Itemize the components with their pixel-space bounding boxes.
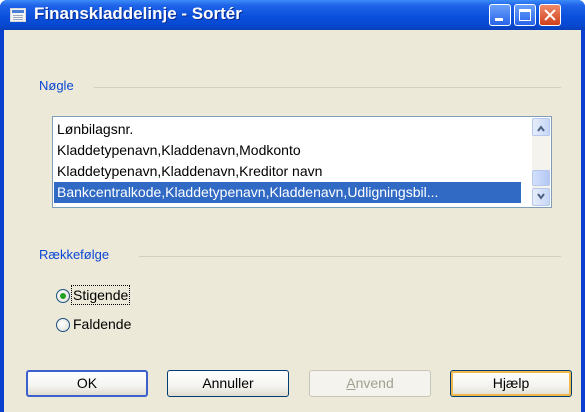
key-group-divider xyxy=(94,87,561,88)
sort-dialog-window: Finanskladdelinje - Sortér Nøgle Lønbila… xyxy=(0,0,585,412)
vertical-scrollbar[interactable] xyxy=(532,118,550,206)
window-title: Finanskladdelinje - Sortér xyxy=(34,4,242,23)
form-icon xyxy=(10,8,26,22)
scroll-up-button[interactable] xyxy=(532,118,550,136)
radio-descending[interactable]: Faldende xyxy=(56,316,176,336)
radio-button-checked[interactable] xyxy=(56,289,70,303)
dialog-body: Nøgle Lønbilagsnr. Kladdetypenavn,Kladde… xyxy=(4,30,581,412)
chevron-up-icon xyxy=(537,125,545,132)
radio-ascending[interactable]: Stigende xyxy=(56,285,176,307)
apply-label-rest: nvend xyxy=(355,375,394,391)
order-group-label: Rækkefølge xyxy=(39,247,116,262)
list-item[interactable]: Kladdetypenavn,Kladdenavn,Kreditor navn xyxy=(54,161,521,182)
radio-descending-label[interactable]: Faldende xyxy=(73,316,131,332)
order-group-divider xyxy=(139,256,561,257)
maximize-button[interactable] xyxy=(514,4,536,26)
help-button[interactable]: Hjælp xyxy=(450,370,572,397)
minimize-button[interactable] xyxy=(489,4,511,26)
ok-button[interactable]: OK xyxy=(26,370,148,397)
list-item[interactable]: Kladdetypenavn,Kladdenavn,Modkonto xyxy=(54,140,521,161)
scroll-thumb[interactable] xyxy=(532,170,550,186)
sort-key-listbox[interactable]: Lønbilagsnr. Kladdetypenavn,Kladdenavn,M… xyxy=(52,116,552,208)
list-item[interactable]: Lønbilagsnr. xyxy=(54,119,521,140)
apply-button[interactable]: Anvend xyxy=(309,370,431,397)
scroll-down-button[interactable] xyxy=(532,188,550,206)
key-group-label: Nøgle xyxy=(39,78,80,93)
chevron-down-icon xyxy=(537,193,545,200)
cancel-button[interactable]: Annuller xyxy=(167,370,289,397)
radio-button[interactable] xyxy=(56,318,70,332)
title-bar[interactable]: Finanskladdelinje - Sortér xyxy=(0,0,585,30)
close-button[interactable] xyxy=(539,4,561,26)
radio-ascending-label[interactable]: Stigende xyxy=(70,285,131,305)
list-item-selected[interactable]: Bankcentralkode,Kladdetypenavn,Kladdenav… xyxy=(54,182,521,203)
apply-accelerator: A xyxy=(346,375,356,391)
